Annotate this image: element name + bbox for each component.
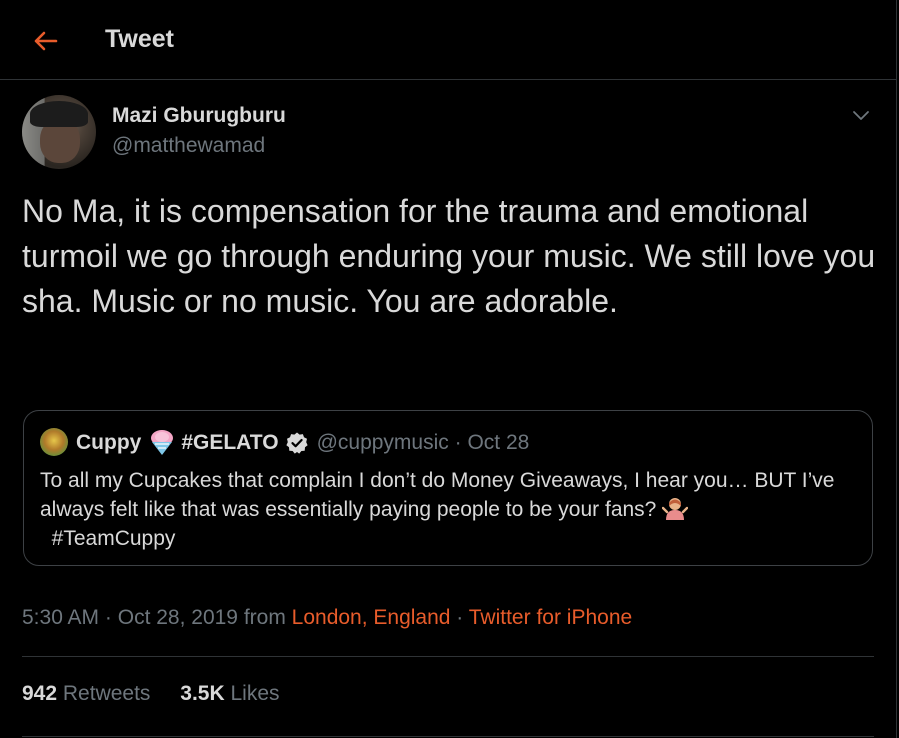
divider (22, 736, 874, 737)
likes-label: Likes (230, 682, 280, 705)
meta-separator: · (99, 606, 118, 629)
tweet-time: 5:30 AM (22, 606, 100, 629)
quoted-header: Cuppy #GELATO @cuppymusic · Oct 28 (76, 428, 529, 458)
tweet-detail: Mazi Gburugburu @matthewamad No Ma, it i… (0, 80, 897, 738)
woman-shrugging-icon (662, 498, 689, 520)
author-handle[interactable]: @matthewamad (112, 134, 265, 158)
meta-from: from (237, 606, 292, 629)
quoted-name-suffix: #GELATO (181, 431, 279, 454)
tweet-text: No Ma, it is compensation for the trauma… (22, 193, 876, 319)
quoted-tweet[interactable]: Cuppy #GELATO @cuppymusic · Oct 28 To al… (23, 410, 873, 566)
avatar-cap (30, 101, 88, 127)
retweets-count: 942 (22, 682, 58, 705)
quoted-text: To all my Cupcakes that complain I don’t… (40, 466, 860, 553)
quoted-hashtag[interactable]: #TeamCuppy (52, 527, 176, 550)
retweets-label: Retweets (62, 682, 151, 705)
verified-badge-icon (285, 432, 308, 454)
ice-cream-icon (151, 430, 174, 455)
tweet-location-link[interactable]: London, England (292, 606, 451, 629)
chevron-down-icon (853, 111, 869, 120)
tweet-menu-button[interactable] (850, 104, 872, 126)
avatar[interactable] (22, 95, 96, 169)
likes-count: 3.5K (180, 682, 225, 705)
page-title: Tweet (105, 25, 174, 53)
top-bar: Tweet (0, 0, 897, 80)
likes-stat[interactable]: 3.5K Likes (180, 682, 279, 705)
quoted-text-body: To all my Cupcakes that complain I don’t… (40, 469, 835, 521)
retweets-stat[interactable]: 942 Retweets (22, 682, 150, 705)
tweet-date: Oct 28, 2019 (117, 606, 238, 629)
back-button[interactable] (30, 26, 60, 56)
tweet-source-link[interactable]: Twitter for iPhone (469, 606, 632, 629)
quoted-handle: @cuppymusic (316, 431, 449, 454)
quoted-name: Cuppy (76, 431, 142, 454)
arrow-left-icon (34, 31, 58, 51)
tweet-stats: 942 Retweets 3.5K Likes (22, 682, 304, 706)
quoted-separator: · (454, 431, 462, 454)
quoted-date: Oct 28 (467, 431, 530, 454)
divider (22, 656, 874, 657)
quoted-avatar (40, 428, 68, 456)
meta-separator: · (450, 606, 469, 629)
author-name[interactable]: Mazi Gburugburu (112, 104, 286, 128)
tweet-meta: 5:30 AM · Oct 28, 2019 from London, Engl… (22, 606, 632, 630)
